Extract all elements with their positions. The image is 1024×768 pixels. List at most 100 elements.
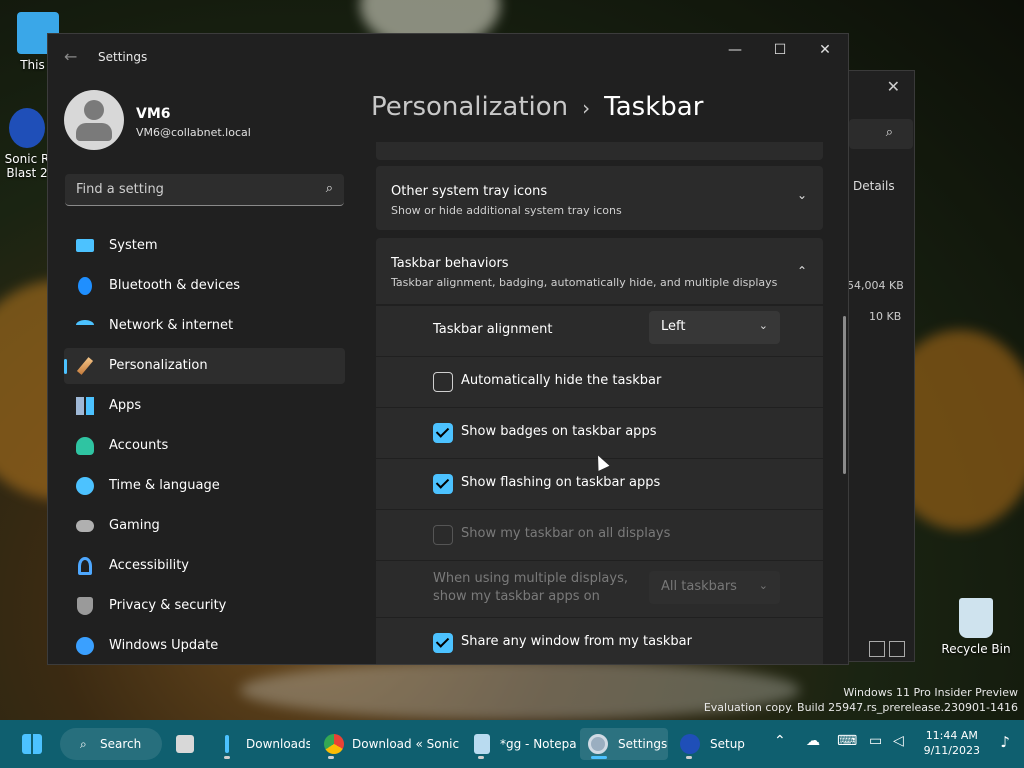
minimize-button[interactable]: —	[720, 42, 750, 58]
bluetooth-icon	[78, 277, 92, 295]
search-icon[interactable]: ⌕	[326, 181, 333, 196]
brush-icon	[76, 357, 94, 375]
current-page: Taskbar	[604, 92, 704, 122]
search-placeholder: Find a setting	[76, 182, 164, 197]
option-row[interactable]: Show badges on taskbar apps	[376, 408, 823, 458]
sidebar-item-label: Accessibility	[109, 558, 189, 573]
auto-hide-checkbox[interactable]	[433, 372, 453, 392]
desktop-icon-label: Sonic R Blast 2	[4, 152, 50, 180]
watermark-line: Evaluation copy. Build 25947.rs_prerelea…	[703, 701, 1018, 714]
profile-name: VM6	[136, 106, 171, 122]
search-input[interactable]: Find a setting ⌕	[65, 174, 344, 206]
breadcrumb[interactable]: Personalization	[371, 92, 568, 122]
chevron-down-icon[interactable]: ⌄	[797, 188, 807, 202]
profile-email: VM6@collabnet.local	[136, 126, 251, 139]
background-explorer-window[interactable]: ✕ ⌕ Details 54,004 KB 10 KB	[840, 70, 915, 662]
download-icon	[225, 735, 229, 753]
sidebar-item-apps[interactable]: Apps	[64, 388, 345, 424]
taskbar-indicator	[328, 756, 334, 759]
card-subtitle: Show or hide additional system tray icon…	[391, 204, 622, 217]
network-icon[interactable]: ▭	[869, 733, 882, 749]
option-row[interactable]: Automatically hide the taskbar	[376, 357, 823, 407]
close-icon[interactable]: ✕	[887, 77, 900, 96]
volume-icon[interactable]: ◁	[893, 733, 904, 749]
view-toggle[interactable]	[869, 641, 909, 661]
taskbar-search-button[interactable]: ⌕ Search	[60, 728, 162, 760]
sidebar-item-windows-update[interactable]: Windows Update	[64, 628, 345, 664]
cloud-icon[interactable]: ☁	[806, 733, 820, 749]
taskbar-app-label: Download « Sonic R	[352, 737, 460, 751]
task-view-button[interactable]	[168, 728, 200, 760]
sidebar-item-network[interactable]: Network & internet	[64, 308, 345, 344]
tiles-view-icon[interactable]	[889, 641, 905, 657]
taskbar-app-label: Settings	[618, 737, 668, 751]
details-label[interactable]: Details	[853, 179, 895, 193]
avatar	[64, 90, 124, 150]
sonic-icon	[9, 108, 45, 148]
taskbar: ⌕ Search Downloads Download « Sonic R *g…	[0, 720, 1024, 768]
title-bar[interactable]: ← Settings — ☐ ✕	[48, 34, 848, 80]
share-window-checkbox[interactable]	[433, 633, 453, 653]
sidebar-item-label: Network & internet	[109, 318, 234, 333]
keyboard-icon[interactable]: ⌨	[837, 733, 857, 749]
alignment-label: Taskbar alignment	[433, 322, 553, 337]
apps-icon	[76, 397, 94, 415]
flashing-checkbox[interactable]	[433, 474, 453, 494]
sidebar-item-label: Time & language	[109, 478, 220, 493]
sidebar-item-accessibility[interactable]: Accessibility	[64, 548, 345, 584]
background-search-box[interactable]: ⌕	[849, 119, 913, 149]
accessibility-icon	[78, 557, 92, 575]
sidebar-item-gaming[interactable]: Gaming	[64, 508, 345, 544]
card-title: Taskbar behaviors	[391, 256, 509, 271]
chevron-up-icon[interactable]: ⌃	[797, 264, 807, 278]
chevron-down-icon: ⌄	[758, 579, 768, 592]
watermark-line: Windows 11 Pro Insider Preview	[843, 686, 1018, 699]
back-arrow-icon[interactable]: ←	[64, 47, 77, 66]
sidebar-item-label: Personalization	[109, 358, 208, 373]
chrome-icon	[324, 734, 344, 754]
system-clock[interactable]: 11:44 AM 9/11/2023	[924, 728, 980, 758]
badges-checkbox[interactable]	[433, 423, 453, 443]
taskbar-app-settings[interactable]: Settings	[580, 728, 668, 760]
maximize-button[interactable]: ☐	[765, 42, 795, 58]
person-icon	[76, 437, 94, 455]
taskbar-app-label: *gg - Notepad	[500, 737, 576, 751]
scrollbar[interactable]	[843, 316, 846, 474]
desktop-icon-recycle-bin[interactable]: Recycle Bin	[940, 598, 1012, 656]
all-displays-checkbox	[433, 525, 453, 545]
multi-display-label-line1: When using multiple displays,	[433, 571, 628, 586]
sidebar-item-time-language[interactable]: Time & language	[64, 468, 345, 504]
close-button[interactable]: ✕	[810, 42, 840, 58]
sidebar-item-label: Privacy & security	[109, 598, 227, 613]
taskbar-behaviors-card[interactable]: Taskbar behaviors Taskbar alignment, bad…	[376, 238, 823, 304]
bell-icon[interactable]: ♪	[1000, 733, 1010, 751]
taskbar-app-chrome[interactable]: Download « Sonic R	[316, 728, 466, 760]
sidebar-item-privacy[interactable]: Privacy & security	[64, 588, 345, 624]
sidebar-item-personalization[interactable]: Personalization	[64, 348, 345, 384]
clock-time: 11:44 AM	[925, 729, 978, 742]
taskbar-app-setup[interactable]: Setup	[672, 728, 752, 760]
desktop-icon-sonic[interactable]: Sonic R Blast 2	[2, 108, 52, 180]
taskbar-app-downloads[interactable]: Downloads	[210, 728, 312, 760]
globe-clock-icon	[76, 477, 94, 495]
sidebar-item-bluetooth[interactable]: Bluetooth & devices	[64, 268, 345, 304]
sidebar-item-accounts[interactable]: Accounts	[64, 428, 345, 464]
taskbar-indicator	[478, 756, 484, 759]
chevron-up-icon[interactable]: ⌃	[774, 733, 786, 749]
taskbar-app-notepad[interactable]: *gg - Notepad	[466, 728, 578, 760]
windows-logo-icon	[22, 734, 42, 754]
alignment-dropdown[interactable]: Left ⌄	[649, 311, 780, 344]
start-button[interactable]	[12, 728, 52, 760]
settings-window: ← Settings — ☐ ✕ VM6 VM6@collabnet.local…	[47, 33, 849, 665]
window-title: Settings	[98, 50, 148, 64]
card-title: Other system tray icons	[391, 184, 548, 199]
option-label: Show badges on taskbar apps	[461, 424, 657, 439]
taskbar-search-label: Search	[100, 737, 142, 751]
sidebar-item-label: Bluetooth & devices	[109, 278, 240, 293]
taskbar-app-label: Downloads	[246, 737, 310, 751]
sidebar-item-system[interactable]: System	[64, 228, 345, 264]
details-view-icon[interactable]	[869, 641, 885, 657]
other-tray-icons-card[interactable]: Other system tray icons Show or hide add…	[376, 166, 823, 230]
multi-display-row: When using multiple displays, show my ta…	[376, 561, 823, 617]
option-row[interactable]: Share any window from my taskbar	[376, 618, 823, 664]
